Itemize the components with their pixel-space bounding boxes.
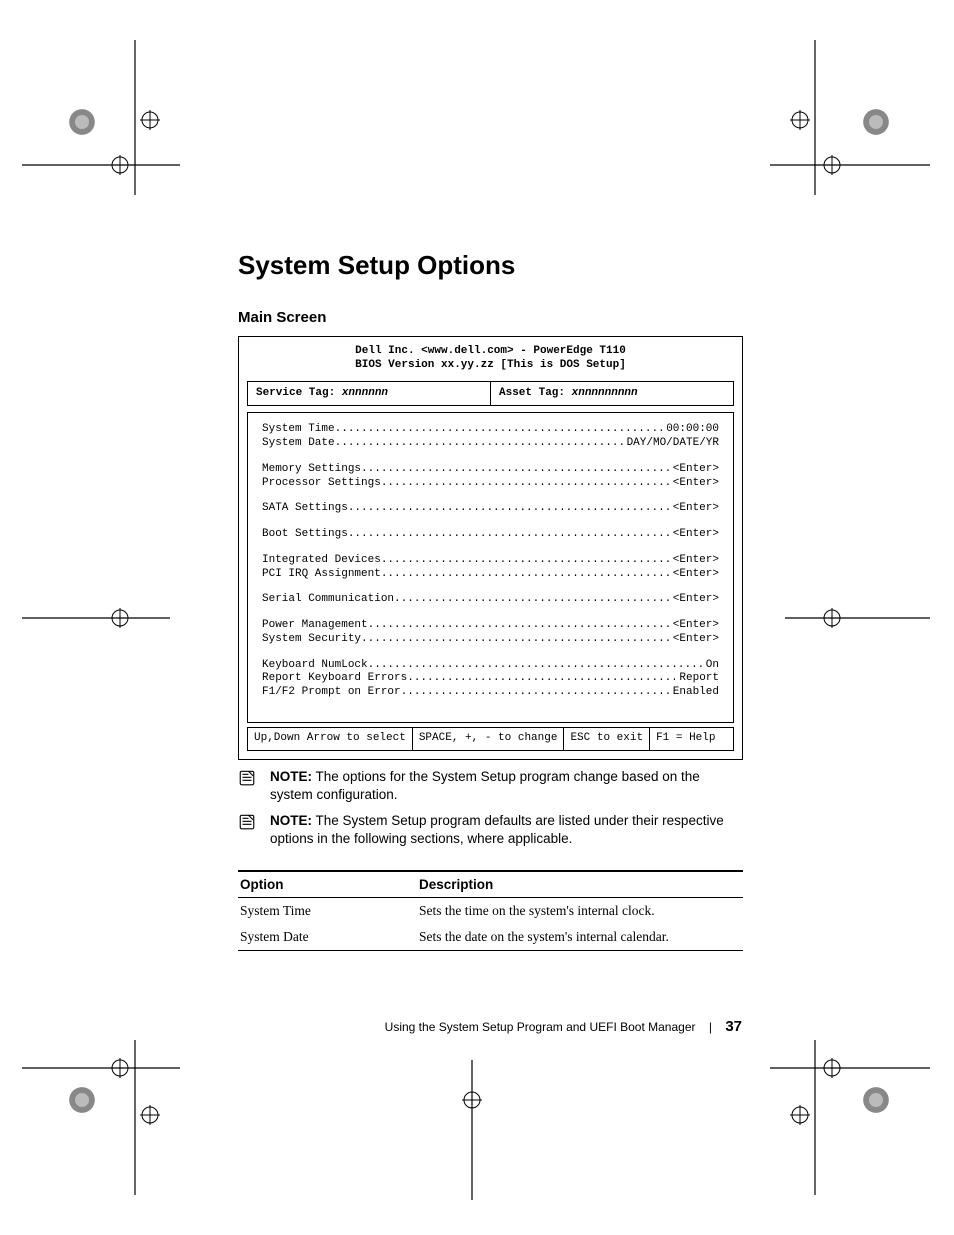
bios-option-label: Serial Communication (262, 593, 394, 607)
registration-target-icon (462, 1090, 482, 1110)
note-icon (238, 813, 256, 831)
bios-option-label: System Security (262, 633, 361, 647)
bios-option-row: System Date DAY/MO/DATE/YR (262, 437, 719, 451)
bios-option-row: Report Keyboard Errors Report (262, 672, 719, 686)
bios-option-label: Processor Settings (262, 477, 381, 491)
bios-option-row: Integrated Devices <Enter> (262, 554, 719, 568)
bios-footer-cell: Up,Down Arrow to select (248, 728, 413, 750)
bios-screenshot: Dell Inc. <www.dell.com> - PowerEdge T11… (238, 336, 743, 760)
bios-option-row: Serial Communication <Enter> (262, 593, 719, 607)
bios-option-label: Integrated Devices (262, 554, 381, 568)
bios-option-label: Report Keyboard Errors (262, 672, 407, 686)
registration-target-icon (822, 608, 842, 628)
registration-star-icon (862, 1086, 890, 1114)
bios-option-label: Boot Settings (262, 528, 348, 542)
bios-option-row: Memory Settings <Enter> (262, 463, 719, 477)
page-footer: Using the System Setup Program and UEFI … (340, 1018, 742, 1035)
footer-chapter-title: Using the System Setup Program and UEFI … (385, 1020, 696, 1034)
bios-option-value: <Enter> (669, 528, 719, 542)
registration-star-icon (68, 108, 96, 136)
options-table-header-option: Option (238, 871, 417, 898)
bios-title-line-2: BIOS Version xx.yy.zz [This is DOS Setup… (249, 359, 732, 373)
bios-options-body: System Time 00:00:00 System Date DAY/MO/DAT… (247, 412, 734, 723)
bios-title-line-1: Dell Inc. <www.dell.com> - PowerEdge T11… (249, 345, 732, 359)
registration-target-icon (110, 1058, 130, 1078)
bios-option-label: System Date (262, 437, 335, 451)
bios-option-row: System Time 00:00:00 (262, 423, 719, 437)
bios-option-value: <Enter> (669, 554, 719, 568)
options-table-header-description: Description (417, 871, 743, 898)
bios-option-value: <Enter> (669, 477, 719, 491)
note-block: NOTE: The System Setup program defaults … (238, 812, 743, 848)
bios-option-row: SATA Settings <Enter> (262, 502, 719, 516)
page-heading: System Setup Options (238, 250, 743, 281)
bios-footer-cell: ESC to exit (564, 728, 650, 750)
bios-option-value: <Enter> (669, 568, 719, 582)
bios-option-row: F1/F2 Prompt on Error Enabled (262, 686, 719, 700)
option-description: Sets the date on the system's internal c… (417, 924, 743, 951)
service-tag-label: Service Tag: (256, 387, 335, 399)
bios-footer-cell: F1 = Help (650, 728, 721, 750)
option-description: Sets the time on the system's internal c… (417, 898, 743, 925)
bios-option-row: Processor Settings <Enter> (262, 477, 719, 491)
options-table: Option Description System TimeSets the t… (238, 870, 743, 951)
bios-option-label: F1/F2 Prompt on Error (262, 686, 401, 700)
bios-option-value: <Enter> (669, 633, 719, 647)
registration-target-icon (140, 1105, 160, 1125)
registration-target-icon (790, 1105, 810, 1125)
footer-page-number: 37 (725, 1018, 742, 1035)
bios-option-value: DAY/MO/DATE/YR (623, 437, 719, 451)
table-row: System DateSets the date on the system's… (238, 924, 743, 951)
bios-option-label: Power Management (262, 619, 368, 633)
bios-option-label: PCI IRQ Assignment (262, 568, 381, 582)
bios-tag-bar: Service Tag: xnnnnnn Asset Tag: xnnnnnnn… (247, 381, 734, 407)
bios-option-row: Boot Settings <Enter> (262, 528, 719, 542)
registration-star-icon (68, 1086, 96, 1114)
bios-option-value: 00:00:00 (662, 423, 719, 437)
asset-tag-label: Asset Tag: (499, 387, 565, 399)
section-heading: Main Screen (238, 309, 743, 326)
bios-option-value: <Enter> (669, 502, 719, 516)
bios-option-label: Keyboard NumLock (262, 659, 368, 673)
bios-option-label: Memory Settings (262, 463, 361, 477)
bios-option-value: <Enter> (669, 463, 719, 477)
note-icon (238, 769, 256, 787)
bios-option-value: Enabled (669, 686, 719, 700)
bios-option-row: System Security <Enter> (262, 633, 719, 647)
bios-footer-keys: Up,Down Arrow to selectSPACE, +, - to ch… (247, 727, 734, 751)
table-row: System TimeSets the time on the system's… (238, 898, 743, 925)
bios-option-row: Keyboard NumLock On (262, 659, 719, 673)
bios-option-row: PCI IRQ Assignment <Enter> (262, 568, 719, 582)
registration-target-icon (140, 110, 160, 130)
registration-target-icon (110, 608, 130, 628)
bios-footer-cell: SPACE, +, - to change (413, 728, 565, 750)
bios-option-label: SATA Settings (262, 502, 348, 516)
bios-option-value: Report (675, 672, 719, 686)
bios-option-label: System Time (262, 423, 335, 437)
service-tag-value: xnnnnnn (342, 387, 388, 399)
bios-option-row: Power Management <Enter> (262, 619, 719, 633)
bios-option-value: <Enter> (669, 619, 719, 633)
registration-star-icon (862, 108, 890, 136)
asset-tag-value: xnnnnnnnnn (572, 387, 638, 399)
registration-target-icon (790, 110, 810, 130)
registration-target-icon (110, 155, 130, 175)
option-name: System Time (238, 898, 417, 925)
registration-target-icon (822, 1058, 842, 1078)
note-text: NOTE: The System Setup program defaults … (266, 812, 743, 848)
option-name: System Date (238, 924, 417, 951)
bios-option-value: On (702, 659, 719, 673)
note-text: NOTE: The options for the System Setup p… (266, 768, 743, 804)
bios-option-value: <Enter> (669, 593, 719, 607)
registration-target-icon (822, 155, 842, 175)
note-block: NOTE: The options for the System Setup p… (238, 768, 743, 804)
